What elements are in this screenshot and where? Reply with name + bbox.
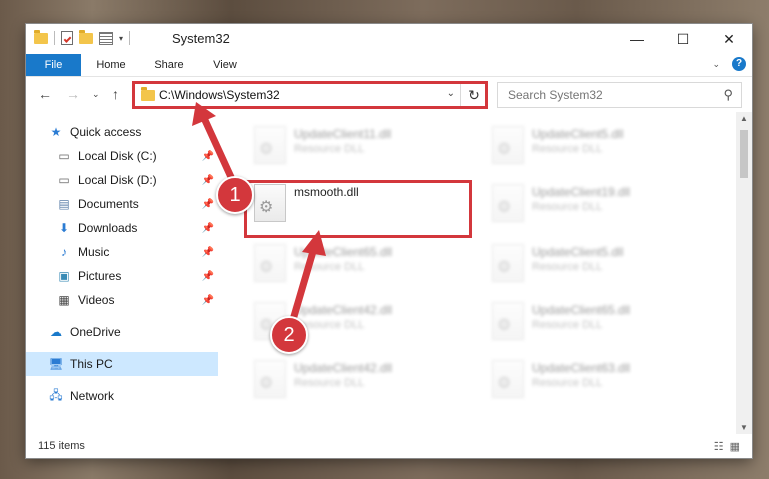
arrow-2-head xyxy=(302,230,326,256)
step-badge-2: 2 xyxy=(270,316,308,354)
file-explorer-window: ▾ System32 — ☐ ✕ File Home Share View ⌄ … xyxy=(26,24,752,458)
annotation-arrows xyxy=(192,102,326,334)
step-badge-1: 1 xyxy=(216,176,254,214)
